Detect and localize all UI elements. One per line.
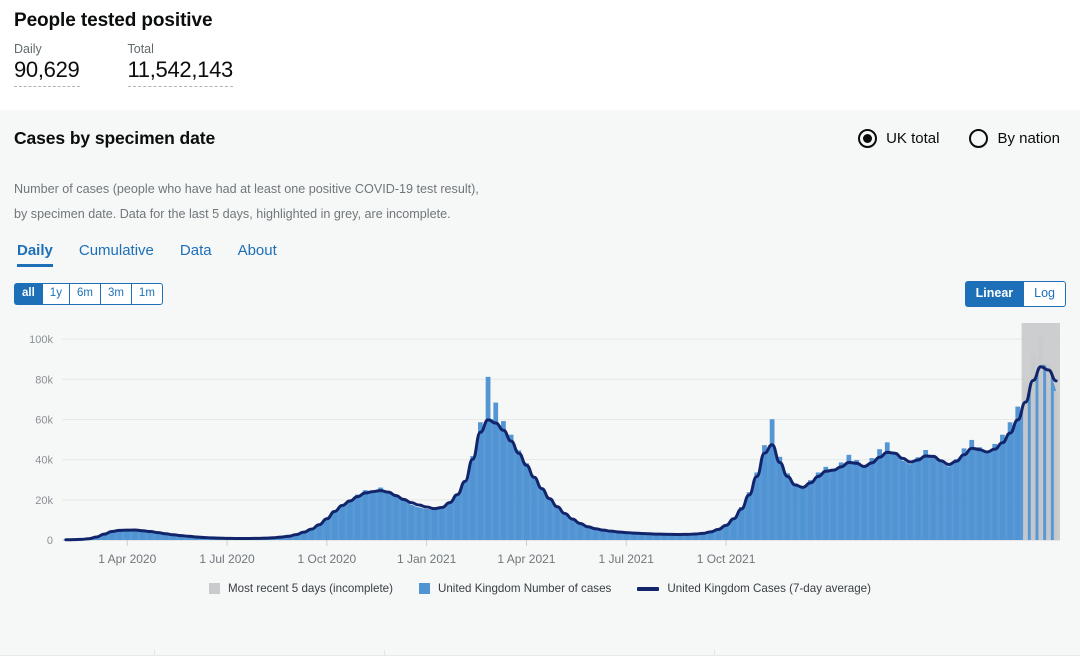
radio-by-nation-label: By nation — [997, 130, 1060, 147]
cases-chart-card: Cases by specimen date UK total By natio… — [0, 110, 1080, 656]
chart-controls: all 1y 6m 3m 1m Linear Log — [14, 281, 1066, 308]
scale-button-group: Linear Log — [964, 281, 1066, 308]
range-button-1y[interactable]: 1y — [41, 282, 69, 306]
svg-text:1 Jul 2021: 1 Jul 2021 — [599, 552, 655, 566]
page-title: People tested positive — [14, 10, 213, 31]
cases-chart-svg[interactable]: 0 20k 40k 60k 80k 100k 1 Apr 2020 1 Jul 2020 1 O… — [14, 313, 1066, 578]
range-button-1m[interactable]: 1m — [130, 282, 163, 306]
chart-tabs: Daily Cumulative Data About — [14, 242, 1066, 268]
legend-swatch-cases — [418, 583, 430, 595]
kpi-value-total: 11,542,143 — [127, 57, 233, 87]
tab-cumulative[interactable]: Cumulative — [79, 242, 154, 267]
tab-about[interactable]: About — [238, 242, 277, 267]
svg-text:1 Oct 2021: 1 Oct 2021 — [697, 552, 756, 566]
scope-radio-group: UK total By nation — [858, 129, 1066, 148]
legend-item-incomplete: Most recent 5 days (incomplete) — [209, 582, 393, 595]
chart-description: Number of cases (people who have had at … — [14, 177, 1066, 226]
radio-by-nation[interactable]: By nation — [969, 129, 1060, 148]
radio-by-nation-ring — [969, 129, 989, 148]
svg-text:60k: 60k — [35, 415, 53, 427]
svg-text:1 Oct 2020: 1 Oct 2020 — [297, 552, 356, 566]
kpi-metric-daily: Daily 90,629 — [14, 42, 80, 87]
legend-item-cases: United Kingdom Number of cases — [418, 582, 612, 596]
legend-swatch-incomplete — [209, 583, 221, 595]
kpi-value-daily: 90,629 — [14, 57, 80, 87]
kpi-label-total: Total — [127, 42, 154, 56]
radio-uk-total-ring — [858, 129, 878, 148]
svg-text:1 Jul 2020: 1 Jul 2020 — [199, 552, 255, 566]
chart-legend: Most recent 5 days (incomplete) United K… — [14, 582, 1066, 595]
svg-text:1 Jan 2021: 1 Jan 2021 — [397, 552, 457, 566]
scale-button-linear[interactable]: Linear — [964, 281, 1024, 308]
range-button-all[interactable]: all — [14, 282, 42, 306]
range-button-6m[interactable]: 6m — [68, 282, 100, 306]
svg-text:1 Apr 2020: 1 Apr 2020 — [98, 552, 156, 566]
tab-daily[interactable]: Daily — [17, 242, 53, 268]
kpi-metric-total: Total 11,542,143 — [127, 42, 233, 87]
chart-plot-area[interactable]: 0 20k 40k 60k 80k 100k 1 Apr 2020 1 Jul 2020 1 O… — [14, 313, 1066, 578]
legend-label-average: United Kingdom Cases (7-day average) — [667, 582, 871, 596]
kpi-label-daily: Daily — [14, 42, 42, 56]
description-line-2: by specimen date. Data for the last 5 da… — [14, 206, 451, 221]
svg-text:40k: 40k — [35, 455, 53, 467]
svg-text:0: 0 — [47, 535, 53, 547]
legend-item-average: United Kingdom Cases (7-day average) — [637, 582, 871, 595]
range-button-3m[interactable]: 3m — [99, 282, 131, 306]
scale-button-log[interactable]: Log — [1023, 281, 1066, 308]
range-button-group: all 1y 6m 3m 1m — [14, 282, 163, 306]
svg-text:20k: 20k — [35, 495, 53, 507]
legend-label-cases: United Kingdom Number of cases — [437, 582, 612, 596]
legend-swatch-average — [637, 586, 660, 591]
tab-data[interactable]: Data — [180, 242, 212, 267]
radio-uk-total-label: UK total — [886, 130, 940, 147]
card-title: Cases by specimen date — [14, 128, 216, 148]
svg-text:80k: 80k — [35, 374, 53, 386]
legend-label-incomplete: Most recent 5 days (incomplete) — [228, 582, 393, 596]
kpi-metric-row: Daily 90,629 Total 11,542,143 — [14, 42, 1066, 87]
description-line-1: Number of cases (people who have had at … — [14, 182, 479, 196]
svg-text:1 Apr 2021: 1 Apr 2021 — [497, 552, 555, 566]
card-header: Cases by specimen date UK total By natio… — [14, 128, 1066, 149]
radio-uk-total-dot — [863, 134, 873, 143]
radio-uk-total[interactable]: UK total — [858, 129, 939, 148]
svg-text:100k: 100k — [29, 334, 53, 346]
kpi-header: People tested positive Daily 90,629 Tota… — [0, 0, 1080, 110]
